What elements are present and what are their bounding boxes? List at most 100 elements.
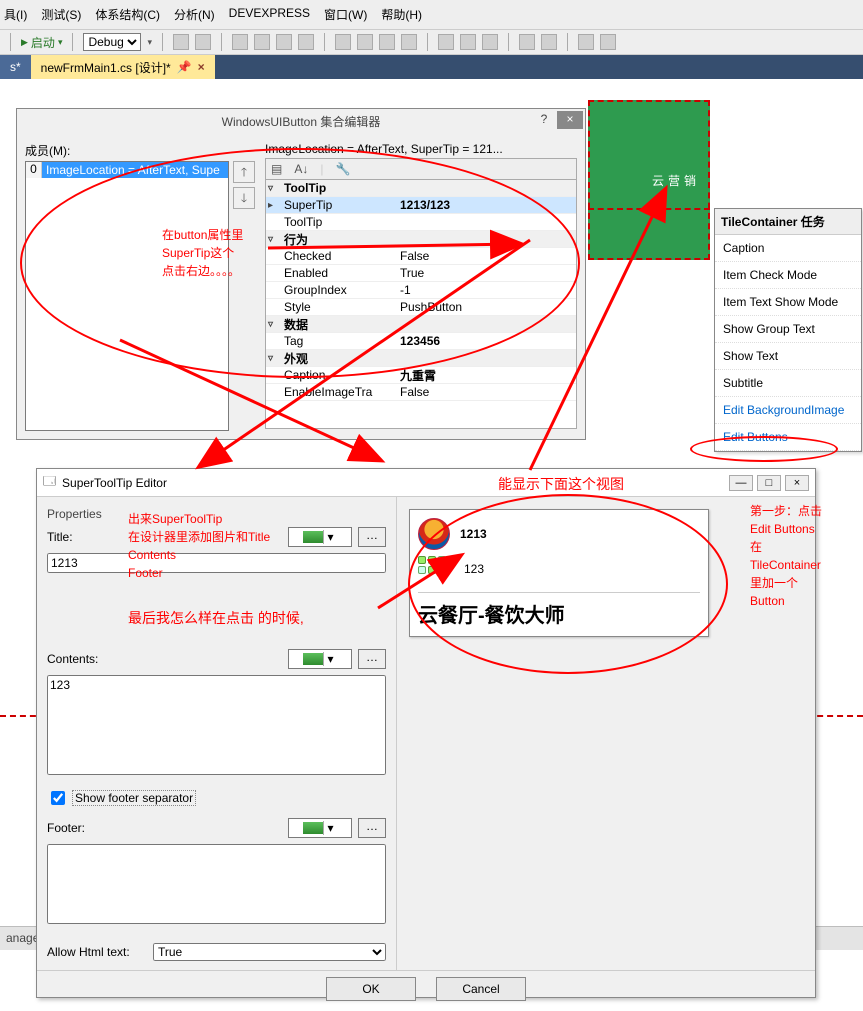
title-image-picker[interactable]: ▾ — [288, 527, 352, 547]
align-icon-3[interactable] — [276, 34, 292, 50]
footer-label: Footer: — [47, 821, 107, 835]
task-caption[interactable]: Caption — [715, 235, 861, 262]
show-footer-separator-label: Show footer separator — [72, 790, 196, 806]
move-down-button[interactable]: 🡓 — [233, 187, 255, 209]
pin-icon[interactable]: 📌 — [177, 60, 192, 74]
toolbar-icon-2[interactable] — [195, 34, 211, 50]
categorize-icon[interactable]: ▤ — [268, 161, 285, 177]
prop-enabled[interactable]: EnabledTrue — [266, 265, 576, 282]
allow-html-label: Allow Html text: — [47, 945, 147, 959]
close-tab-icon[interactable]: × — [198, 60, 205, 74]
close-button[interactable]: × — [557, 111, 583, 129]
burger-king-icon — [418, 518, 450, 550]
dialog-title: WindowsUIButton 集合编辑器 — [222, 113, 381, 130]
task-edit-buttons[interactable]: Edit Buttons — [715, 424, 861, 451]
align-icon-4[interactable] — [298, 34, 314, 50]
order-icon-2[interactable] — [600, 34, 616, 50]
contents-browse-button[interactable]: … — [358, 649, 386, 669]
close-button[interactable]: × — [785, 475, 809, 491]
preview-footer: 云餐厅-餐饮大师 — [418, 599, 700, 628]
show-footer-separator-checkbox[interactable] — [51, 791, 65, 805]
contents-input[interactable]: 123 — [47, 675, 386, 775]
preview-title: 1213 — [460, 527, 487, 541]
allow-html-select[interactable]: True — [153, 943, 386, 961]
toolbar: ▶启动▾ Debug ▾ — [0, 30, 863, 55]
ok-button[interactable]: OK — [326, 977, 416, 1001]
collection-editor-dialog: WindowsUIButton 集合编辑器 ? × 成员(M): 0 Image… — [16, 108, 586, 440]
propgrid-toolbar: ▤ A↓ | 🔧 — [265, 158, 577, 179]
prop-caption[interactable]: Caption九重霄 — [266, 367, 576, 384]
dialog-title-bar: WindowsUIButton 集合编辑器 ? × — [17, 109, 585, 134]
size-icon-3[interactable] — [482, 34, 498, 50]
prop-supertip[interactable]: ▸SuperTip1213/123 — [266, 197, 576, 214]
menu-window[interactable]: 窗口(W) — [324, 6, 367, 23]
menu-bar: 具(I) 测试(S) 体系结构(C) 分析(N) DEVEXPRESS 窗口(W… — [0, 0, 863, 30]
prop-enableimagetray[interactable]: EnableImageTraFalse — [266, 384, 576, 401]
task-show-group-text[interactable]: Show Group Text — [715, 316, 861, 343]
layout-icon-4[interactable] — [401, 34, 417, 50]
menu-help[interactable]: 帮助(H) — [381, 6, 422, 23]
task-subtitle[interactable]: Subtitle — [715, 370, 861, 397]
stt-title-bar: 🗔 SuperToolTip Editor — □ × — [37, 469, 815, 497]
property-grid[interactable]: ▿ToolTip ▸SuperTip1213/123 ToolTip ▿行为 C… — [265, 179, 577, 429]
contents-image-picker[interactable]: ▾ — [288, 649, 352, 669]
tab-active[interactable]: newFrmMain1.cs [设计]* 📌 × — [31, 55, 215, 79]
property-header: ImageLocation = AfterText, SuperTip = 12… — [265, 142, 577, 156]
task-edit-backgroundimage[interactable]: Edit BackgroundImage — [715, 397, 861, 424]
wrench-icon[interactable]: 🔧 — [332, 161, 353, 177]
green-tile[interactable]: 云营销 — [588, 100, 710, 260]
footer-input[interactable] — [47, 844, 386, 924]
task-panel-title: TileContainer 任务 — [715, 209, 861, 235]
align-icon-2[interactable] — [254, 34, 270, 50]
prop-tag[interactable]: Tag123456 — [266, 333, 576, 350]
keyboard-icon — [418, 556, 452, 582]
start-button[interactable]: ▶启动▾ — [21, 34, 62, 51]
config-dropdown[interactable]: Debug — [83, 33, 141, 51]
supertooltip-editor-dialog: 🗔 SuperToolTip Editor — □ × Properties T… — [36, 468, 816, 998]
prop-checked[interactable]: CheckedFalse — [266, 248, 576, 265]
menu-tools[interactable]: 具(I) — [4, 6, 27, 23]
tab-inactive[interactable]: s* — [0, 55, 31, 79]
order-icon-1[interactable] — [578, 34, 594, 50]
properties-label: Properties — [47, 507, 386, 521]
list-item[interactable]: 0 ImageLocation = AfterText, Supe — [26, 162, 228, 178]
toolbar-icon-1[interactable] — [173, 34, 189, 50]
title-label: Title: — [47, 530, 107, 544]
prop-style[interactable]: StylePushButton — [266, 299, 576, 316]
task-show-text[interactable]: Show Text — [715, 343, 861, 370]
menu-analyze[interactable]: 分析(N) — [174, 6, 215, 23]
spacing-icon-1[interactable] — [519, 34, 535, 50]
move-up-button[interactable]: 🡑 — [233, 161, 255, 183]
min-button[interactable]: — — [729, 475, 753, 491]
menu-arch[interactable]: 体系结构(C) — [95, 6, 160, 23]
cancel-button[interactable]: Cancel — [436, 977, 526, 1001]
task-item-text-show-mode[interactable]: Item Text Show Mode — [715, 289, 861, 316]
preview-contents: 123 — [464, 562, 484, 576]
max-button[interactable]: □ — [757, 475, 781, 491]
size-icon-2[interactable] — [460, 34, 476, 50]
size-icon-1[interactable] — [438, 34, 454, 50]
prop-tooltip[interactable]: ToolTip — [266, 214, 576, 231]
alpha-icon[interactable]: A↓ — [291, 161, 311, 177]
members-label: 成员(M): — [25, 142, 255, 159]
tooltip-preview: 1213 123 云餐厅-餐饮大师 — [409, 509, 709, 637]
layout-icon-1[interactable] — [335, 34, 351, 50]
layout-icon-3[interactable] — [379, 34, 395, 50]
layout-icon-2[interactable] — [357, 34, 373, 50]
title-browse-button[interactable]: … — [358, 527, 386, 547]
menu-test[interactable]: 测试(S) — [41, 6, 81, 23]
title-input[interactable] — [47, 553, 386, 573]
help-button[interactable]: ? — [531, 111, 557, 129]
members-list[interactable]: 0 ImageLocation = AfterText, Supe — [25, 161, 229, 431]
footer-image-picker[interactable]: ▾ — [288, 818, 352, 838]
contents-label: Contents: — [47, 652, 107, 666]
stt-title: SuperToolTip Editor — [62, 476, 167, 490]
spacing-icon-2[interactable] — [541, 34, 557, 50]
menu-devexpress[interactable]: DEVEXPRESS — [229, 6, 310, 23]
align-icon-1[interactable] — [232, 34, 248, 50]
footer-browse-button[interactable]: … — [358, 818, 386, 838]
app-icon: 🗔 — [43, 472, 56, 493]
document-tabs: s* newFrmMain1.cs [设计]* 📌 × — [0, 55, 863, 79]
task-item-check-mode[interactable]: Item Check Mode — [715, 262, 861, 289]
prop-groupindex[interactable]: GroupIndex-1 — [266, 282, 576, 299]
